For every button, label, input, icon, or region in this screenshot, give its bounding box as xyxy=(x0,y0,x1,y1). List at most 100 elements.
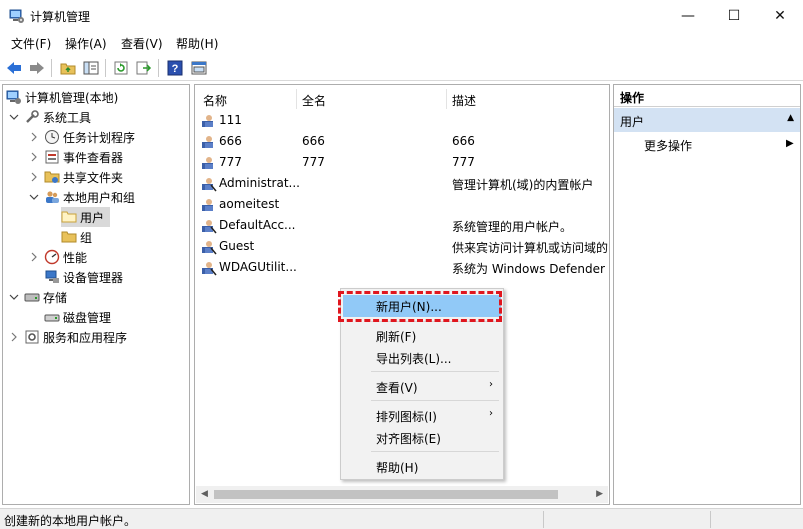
device-manager-icon xyxy=(44,269,60,285)
tree-label: 计算机管理(本地) xyxy=(25,90,119,105)
tree-item-disk-management[interactable]: 磁盘管理 xyxy=(44,307,111,327)
computer-management-icon xyxy=(6,89,22,105)
tree-label: 设备管理器 xyxy=(63,270,124,285)
chevron-right-icon[interactable] xyxy=(8,331,20,343)
chevron-down-icon[interactable] xyxy=(28,191,40,203)
context-menu: 新用户(N)... 刷新(F) 导出列表(L)... 查看(V) › 排列图标(I… xyxy=(340,288,504,480)
ctx-label: 帮助(H) xyxy=(376,461,419,475)
export-list-icon[interactable] xyxy=(134,58,154,78)
submenu-arrow-icon[interactable]: ▶ xyxy=(786,138,794,149)
minimize-button[interactable]: — xyxy=(665,0,711,32)
user-name: 777 xyxy=(219,155,242,169)
column-header-name[interactable]: 名称 xyxy=(203,89,227,111)
table-row[interactable]: 111 xyxy=(201,111,607,131)
chevron-down-icon[interactable] xyxy=(8,111,20,123)
user-disabled-icon xyxy=(201,239,217,255)
tree-item-shared-folders[interactable]: 共享文件夹 xyxy=(28,167,123,187)
scrollbar-thumb[interactable] xyxy=(214,490,558,499)
maximize-button[interactable]: ☐ xyxy=(711,0,757,32)
ctx-line-up-icons[interactable]: 对齐图标(E) xyxy=(343,427,501,449)
storage-icon xyxy=(24,289,40,305)
ctx-help[interactable]: 帮助(H) xyxy=(343,456,501,478)
tree-item-local-users-groups[interactable]: 本地用户和组 xyxy=(28,187,135,207)
performance-icon xyxy=(44,249,60,265)
user-icon xyxy=(201,134,217,150)
actions-section-label: 用户 xyxy=(620,115,645,129)
properties-icon[interactable] xyxy=(189,58,209,78)
ctx-label: 查看(V) xyxy=(376,381,418,395)
column-divider[interactable] xyxy=(446,89,447,109)
more-actions-label: 更多操作 xyxy=(644,139,693,153)
tree-item-task-scheduler[interactable]: 任务计划程序 xyxy=(28,127,135,147)
show-tree-icon[interactable] xyxy=(81,58,101,78)
collapse-up-icon[interactable]: ▲ xyxy=(787,113,794,123)
table-row[interactable]: WDAGUtilit... 系统为 Windows Defender xyxy=(201,258,607,278)
back-arrow-icon[interactable] xyxy=(4,58,24,78)
user-description: 系统管理的用户帐户。 xyxy=(452,220,573,234)
more-actions-item[interactable]: 更多操作 xyxy=(644,137,692,154)
window-title: 计算机管理 xyxy=(30,10,91,24)
chevron-right-icon[interactable] xyxy=(28,131,40,143)
tree-item-device-manager[interactable]: 设备管理器 xyxy=(44,267,123,287)
user-disabled-icon xyxy=(201,176,217,192)
ctx-refresh[interactable]: 刷新(F) xyxy=(343,325,501,347)
tree-item-groups[interactable]: 组 xyxy=(61,227,92,247)
shared-folder-icon xyxy=(44,169,60,185)
tree-label: 事件查看器 xyxy=(63,150,124,165)
refresh-icon[interactable] xyxy=(111,58,131,78)
scroll-right-icon[interactable]: ▶ xyxy=(596,489,603,499)
tree-label: 性能 xyxy=(63,250,88,265)
chevron-right-icon[interactable] xyxy=(28,251,40,263)
user-description: 666 xyxy=(452,134,475,148)
ctx-view[interactable]: 查看(V) › xyxy=(343,376,501,398)
disk-icon xyxy=(44,309,60,325)
tree-label: 存储 xyxy=(43,290,68,305)
table-row[interactable]: 666 666 666 xyxy=(201,132,607,152)
event-viewer-icon xyxy=(44,149,60,165)
close-button[interactable]: ✕ xyxy=(757,0,803,32)
actions-section-users[interactable]: 用户 ▲ xyxy=(614,108,800,132)
status-text: 创建新的本地用户帐户。 xyxy=(4,514,137,528)
forward-arrow-icon[interactable] xyxy=(27,58,47,78)
svg-text:?: ? xyxy=(172,63,179,75)
tree-item-system-tools[interactable]: 系统工具 xyxy=(8,107,91,127)
chevron-down-icon[interactable] xyxy=(8,291,20,303)
services-icon xyxy=(24,329,40,345)
menu-view[interactable]: 查看(V) xyxy=(119,35,165,52)
up-folder-icon[interactable] xyxy=(58,58,78,78)
tree-item-services-apps[interactable]: 服务和应用程序 xyxy=(8,327,127,347)
ctx-label: 对齐图标(E) xyxy=(376,432,441,446)
column-header-fullname[interactable]: 全名 xyxy=(302,89,326,111)
chevron-right-icon[interactable] xyxy=(28,151,40,163)
ctx-export-list[interactable]: 导出列表(L)... xyxy=(343,347,501,369)
column-header-description[interactable]: 描述 xyxy=(452,89,476,111)
status-bar: 创建新的本地用户帐户。 xyxy=(0,508,803,529)
menu-file[interactable]: 文件(F) xyxy=(9,35,53,52)
table-row[interactable]: aomeitest xyxy=(201,195,607,215)
tree-item-event-viewer[interactable]: 事件查看器 xyxy=(28,147,123,167)
menu-help[interactable]: 帮助(H) xyxy=(174,35,220,52)
horizontal-scrollbar[interactable]: ◀ ▶ xyxy=(196,486,608,503)
user-icon xyxy=(201,197,217,213)
scroll-left-icon[interactable]: ◀ xyxy=(201,489,208,499)
tree-item-performance[interactable]: 性能 xyxy=(28,247,87,267)
tree-label: 系统工具 xyxy=(43,110,92,125)
user-name: Administrat... xyxy=(219,176,299,190)
tree-item-storage[interactable]: 存储 xyxy=(8,287,67,307)
user-description: 供来宾访问计算机或访问域的 xyxy=(452,241,609,255)
user-disabled-icon xyxy=(201,260,217,276)
ctx-arrange-icons[interactable]: 排列图标(I) › xyxy=(343,405,501,427)
chevron-right-icon[interactable] xyxy=(28,171,40,183)
help-icon[interactable]: ? xyxy=(165,58,185,78)
tree-item-root[interactable]: 计算机管理(本地) xyxy=(6,87,118,107)
title-bar: 计算机管理 — ☐ ✕ xyxy=(0,0,803,32)
tree-item-users[interactable]: 用户 xyxy=(61,207,111,227)
ctx-new-user[interactable]: 新用户(N)... xyxy=(343,295,501,317)
table-row[interactable]: 777 777 777 xyxy=(201,153,607,173)
column-divider[interactable] xyxy=(296,89,297,109)
user-name: 666 xyxy=(219,134,242,148)
table-row[interactable]: Guest 供来宾访问计算机或访问域的 xyxy=(201,237,609,257)
menu-action[interactable]: 操作(A) xyxy=(63,35,109,52)
table-row[interactable]: DefaultAcc... 系统管理的用户帐户。 xyxy=(201,216,607,236)
table-row[interactable]: Administrat... 管理计算机(域)的内置帐户 xyxy=(201,174,607,194)
